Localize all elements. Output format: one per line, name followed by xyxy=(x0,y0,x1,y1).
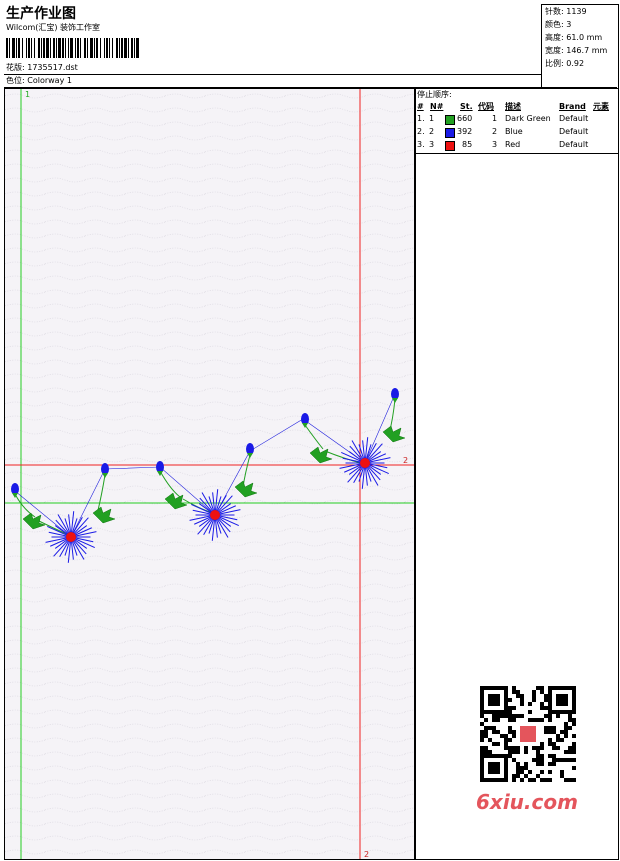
col-element: 元素 xyxy=(593,102,609,111)
embroidery-preview: 1 2 2 xyxy=(5,89,415,859)
stat-scale: 比例: 0.92 xyxy=(545,59,585,68)
design-value: 1735517.dst xyxy=(27,63,78,72)
col-stitches: St. xyxy=(460,102,473,111)
colorway-line: 色位: Colorway 1 xyxy=(6,76,72,86)
design-label: 花版: xyxy=(6,63,25,72)
stat-colors: 颜色: 3 xyxy=(545,20,572,29)
stop-sequence-title: 停止顺序: xyxy=(417,90,452,99)
design-canvas: 1 2 2 xyxy=(4,88,416,860)
stat-stitches: 针数: 1139 xyxy=(545,7,587,16)
studio-subtitle: Wilcom(汇宝) 装饰工作室 xyxy=(6,23,101,32)
col-n: N# xyxy=(430,102,444,111)
colorway-value: Colorway 1 xyxy=(27,76,72,85)
col-desc: 描述 xyxy=(505,102,521,111)
color-swatch xyxy=(445,115,455,125)
stat-height: 高度: 61.0 mm xyxy=(545,33,603,42)
col-hash: # xyxy=(417,102,424,111)
header-divider xyxy=(4,74,541,75)
colorway-label: 色位: xyxy=(6,76,25,85)
guide-red-label-top: 2 xyxy=(403,456,408,465)
col-code: 代码 xyxy=(478,102,494,111)
page-title: 生产作业图 xyxy=(6,6,76,22)
col-brand: Brand xyxy=(559,102,586,111)
design-file-line: 花版: 1735517.dst xyxy=(6,63,78,73)
site-logo: 6xiu.com xyxy=(476,790,578,814)
guide-green-label: 1 xyxy=(25,90,30,99)
stat-width: 宽度: 146.7 mm xyxy=(545,46,608,55)
color-swatch xyxy=(445,128,455,138)
stats-panel: 针数: 1139 颜色: 3 高度: 61.0 mm 宽度: 146.7 mm … xyxy=(541,4,619,89)
barcode xyxy=(6,38,139,58)
color-swatch xyxy=(445,141,455,151)
guide-red-label-bottom: 2 xyxy=(364,850,369,859)
table-divider xyxy=(415,153,618,154)
